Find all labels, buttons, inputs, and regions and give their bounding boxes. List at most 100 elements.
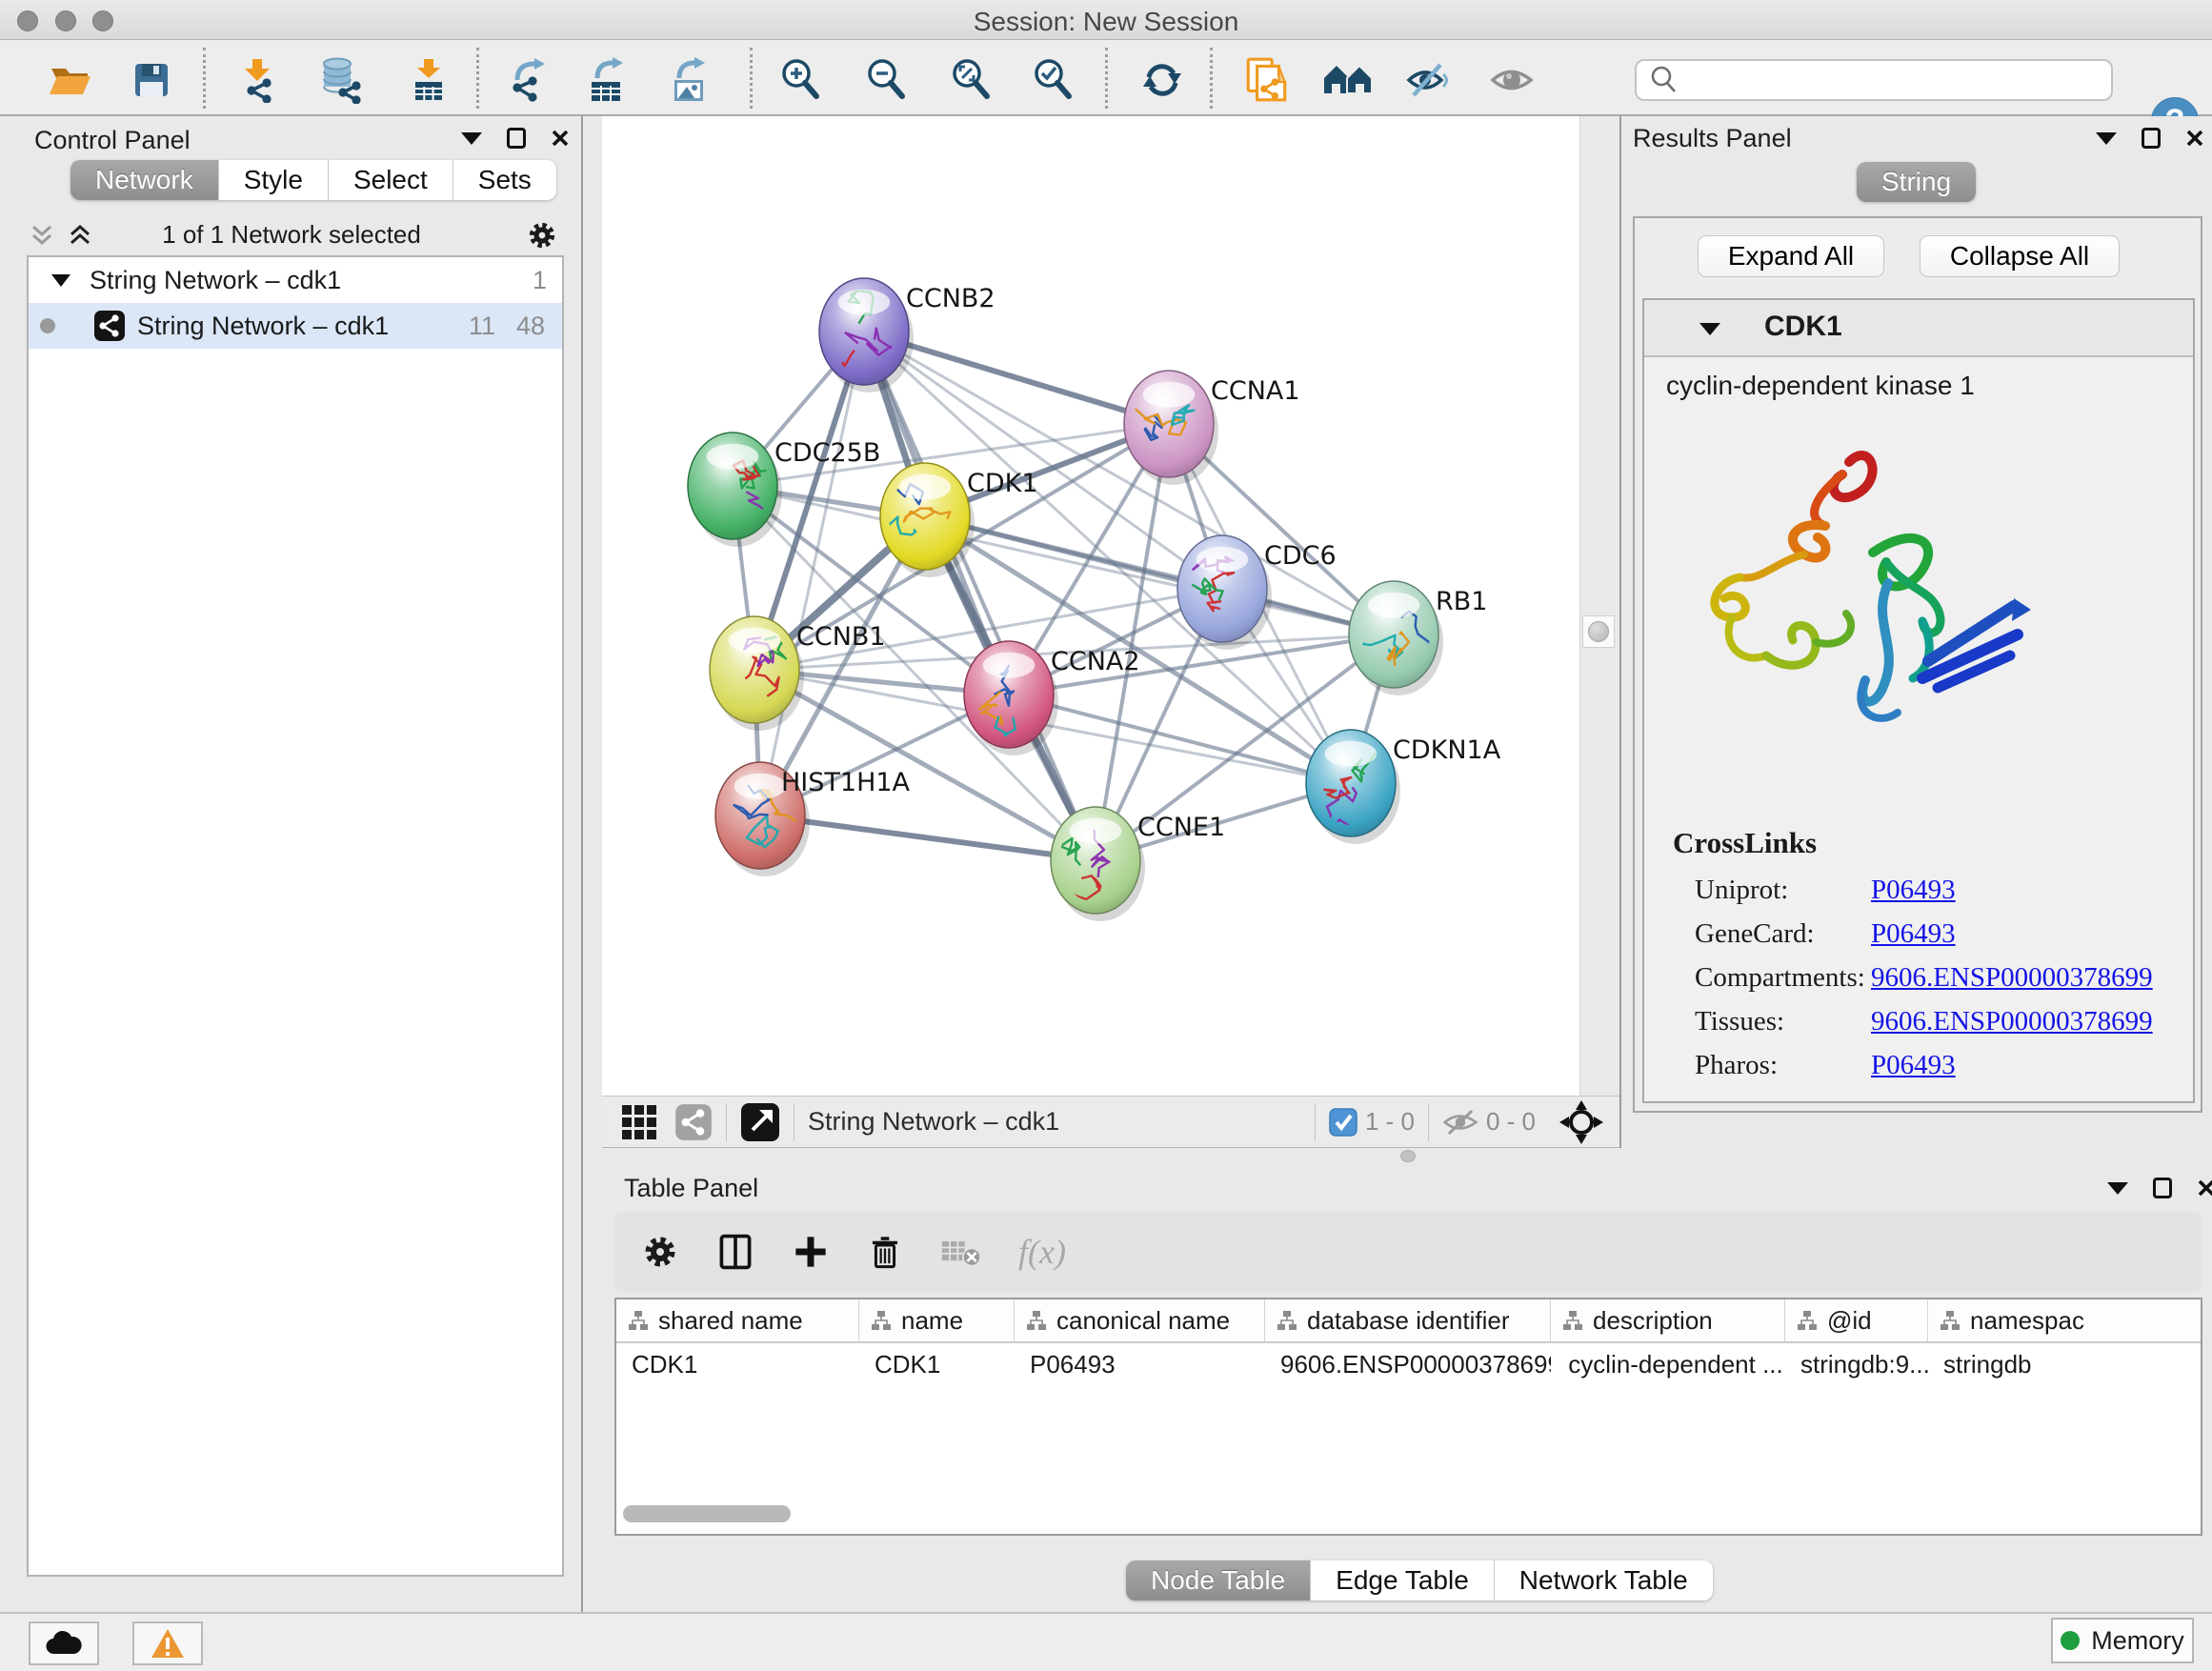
vertical-splitter[interactable]	[1579, 116, 1619, 1096]
warnings-button[interactable]	[132, 1621, 203, 1665]
node-CDKN1A[interactable]: CDKN1A	[1306, 730, 1501, 844]
tab-style[interactable]: Style	[219, 160, 329, 200]
network-graph[interactable]: CCNB2CCNA1CDC25BCDK1CDC6RB1CCNB1CCNA2CDK…	[602, 116, 1579, 1096]
zoom-fit-content-button[interactable]	[945, 53, 998, 107]
horizontal-splitter[interactable]	[583, 1148, 2212, 1164]
network-canvas[interactable]: CCNB2CCNA1CDC25BCDK1CDC6RB1CCNB1CCNA2CDK…	[602, 116, 1579, 1096]
node-HIST1H1A[interactable]: HIST1H1A	[715, 762, 911, 876]
export-table-button[interactable]	[580, 53, 633, 107]
import-network-from-file-button[interactable]	[233, 53, 287, 107]
crosslink-link[interactable]: 9606.ENSP00000378699	[1871, 1006, 2153, 1037]
network-options-gear-icon[interactable]	[526, 219, 558, 252]
zoom-selected-button[interactable]	[1027, 53, 1080, 107]
collapse-all-button[interactable]: Collapse All	[1920, 235, 2120, 277]
crosslink-link[interactable]: P06493	[1871, 875, 1956, 906]
node-CCNB1[interactable]: CCNB1	[710, 616, 886, 731]
expand-all-button[interactable]: Expand All	[1698, 235, 1884, 277]
node-RB1[interactable]: RB1	[1349, 581, 1487, 695]
open-session-button[interactable]	[43, 53, 96, 107]
table-cell[interactable]: stringdb:9...	[1785, 1350, 1928, 1379]
tab-network-table[interactable]: Network Table	[1495, 1560, 1713, 1601]
close-panel-icon[interactable]	[551, 129, 570, 148]
zoom-in-button[interactable]	[774, 53, 828, 107]
hidden-eye-slash-icon[interactable]	[1442, 1107, 1478, 1137]
import-table-from-file-button[interactable]	[402, 53, 455, 107]
crosslink-row: GeneCard:P06493	[1695, 912, 2171, 956]
column-header-canonical-name[interactable]: canonical name	[1015, 1299, 1265, 1341]
network-collection-row[interactable]: String Network – cdk1 1	[29, 257, 562, 303]
cloud-icon	[45, 1629, 83, 1658]
table-cell[interactable]: CDK1	[859, 1350, 1015, 1379]
node-CDK1[interactable]: CDK1	[857, 463, 1037, 577]
refresh-view-button[interactable]	[1136, 53, 1189, 107]
tab-sets[interactable]: Sets	[453, 160, 556, 200]
float-panel-icon[interactable]	[2153, 1178, 2172, 1198]
selected-checkbox-icon[interactable]	[1329, 1108, 1357, 1137]
memory-button[interactable]: Memory	[2051, 1618, 2194, 1663]
network-view-icon[interactable]	[674, 1103, 713, 1141]
export-network-button[interactable]	[502, 53, 555, 107]
close-panel-icon[interactable]	[2185, 129, 2204, 148]
horizontal-scrollbar-thumb[interactable]	[623, 1505, 791, 1522]
function-builder-icon-disabled[interactable]: f(x)	[1018, 1232, 1066, 1272]
column-header-@id[interactable]: @id	[1785, 1299, 1928, 1341]
section-expander-icon[interactable]	[1699, 323, 1720, 335]
panel-menu-icon[interactable]	[2107, 1182, 2128, 1195]
column-header-database-identifier[interactable]: database identifier	[1265, 1299, 1551, 1341]
show-eye-button-disabled[interactable]	[1486, 53, 1539, 107]
node-CDC6[interactable]: CDC6	[1177, 535, 1337, 650]
delete-columns-trash-icon[interactable]	[866, 1231, 904, 1273]
table-cell[interactable]: cyclin-dependent ...	[1551, 1350, 1785, 1379]
birdseye-view-icon[interactable]	[740, 1102, 780, 1142]
column-header-name[interactable]: name	[859, 1299, 1015, 1341]
save-session-button[interactable]	[125, 53, 178, 107]
fit-selection-crosshair-icon[interactable]	[1558, 1099, 1604, 1145]
crosslink-row: Compartments:9606.ENSP00000378699	[1695, 956, 2171, 999]
table-options-gear-icon[interactable]	[641, 1233, 679, 1271]
home-button[interactable]	[1322, 53, 1376, 107]
table-cell[interactable]: P06493	[1015, 1350, 1265, 1379]
panel-menu-icon[interactable]	[461, 132, 482, 145]
node-label: CDC25B	[774, 438, 880, 468]
close-panel-icon[interactable]	[2197, 1178, 2212, 1198]
float-panel-icon[interactable]	[2142, 128, 2161, 149]
string-documents-button[interactable]	[1240, 53, 1294, 107]
zoom-out-button[interactable]	[860, 53, 914, 107]
splitter-handle[interactable]	[1582, 615, 1615, 648]
column-header-description[interactable]: description	[1551, 1299, 1785, 1341]
edge-HIST1H1A-CCNE1[interactable]	[760, 815, 1096, 860]
network-view-title: String Network – cdk1	[808, 1107, 1059, 1137]
show-columns-icon[interactable]	[715, 1231, 755, 1273]
splitter-handle[interactable]	[1400, 1150, 1416, 1162]
table-cell[interactable]: stringdb	[1928, 1350, 2202, 1379]
tab-node-table[interactable]: Node Table	[1126, 1560, 1311, 1601]
crosslink-link[interactable]: 9606.ENSP00000378699	[1871, 962, 2153, 994]
delete-table-icon-disabled[interactable]	[940, 1236, 982, 1268]
tab-string[interactable]: String	[1857, 162, 1976, 202]
table-cell[interactable]: 9606.ENSP00000378699	[1265, 1350, 1551, 1379]
column-header-namespac[interactable]: namespac	[1928, 1299, 2202, 1341]
hide-glass-balls-button[interactable]	[1401, 53, 1455, 107]
tab-network[interactable]: Network	[70, 160, 219, 200]
crosslink-link[interactable]: P06493	[1871, 1050, 1956, 1081]
table-cell[interactable]: CDK1	[616, 1350, 859, 1379]
node-CDC25B[interactable]: CDC25B	[688, 433, 880, 547]
import-network-from-database-button[interactable]	[315, 53, 369, 107]
node-CCNE1[interactable]: CCNE1	[1051, 807, 1225, 921]
protein-section-header[interactable]: CDK1	[1644, 300, 2193, 357]
crosslink-link[interactable]: P06493	[1871, 918, 1956, 950]
table-row[interactable]: CDK1CDK1P064939606.ENSP00000378699cyclin…	[616, 1343, 2201, 1385]
tab-edge-table[interactable]: Edge Table	[1311, 1560, 1495, 1601]
search-input[interactable]	[1688, 62, 2111, 98]
float-panel-icon[interactable]	[507, 128, 526, 149]
node-CCNA1[interactable]: CCNA1	[1124, 371, 1300, 485]
collection-expander-icon[interactable]	[51, 274, 70, 287]
grid-view-icon[interactable]	[621, 1104, 657, 1140]
network-row-selected[interactable]: String Network – cdk1 11 48	[29, 303, 562, 349]
panel-menu-icon[interactable]	[2096, 132, 2117, 145]
column-header-shared-name[interactable]: shared name	[616, 1299, 859, 1341]
create-column-plus-icon[interactable]	[792, 1233, 830, 1271]
cloud-status-button[interactable]	[29, 1621, 99, 1665]
export-image-button[interactable]	[662, 53, 715, 107]
tab-select[interactable]: Select	[329, 160, 453, 200]
